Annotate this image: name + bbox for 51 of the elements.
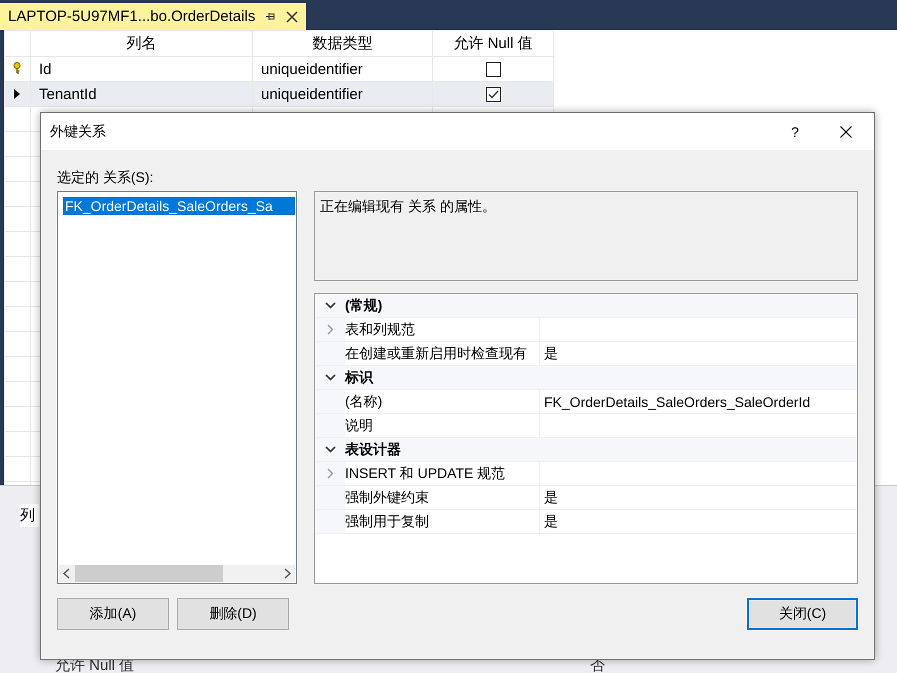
column-header[interactable]: 数据类型 xyxy=(252,30,432,56)
property-name[interactable]: 强制外键约束 xyxy=(345,488,429,506)
property-row[interactable]: 表和列规范 xyxy=(315,318,857,342)
property-value[interactable]: FK_OrderDetails_SaleOrders_SaleOrderId xyxy=(544,394,810,410)
property-row[interactable]: 强制用于复制 是 xyxy=(315,510,857,534)
category-row[interactable]: 标识 xyxy=(315,366,857,390)
category-label: 标识 xyxy=(345,368,373,386)
relationship-list[interactable]: FK_OrderDetails_SaleOrders_Sa xyxy=(57,191,297,584)
property-name[interactable]: 强制用于复制 xyxy=(345,512,429,530)
property-value[interactable]: 是 xyxy=(544,488,558,506)
relationship-item[interactable]: FK_OrderDetails_SaleOrders_Sa xyxy=(63,197,295,215)
property-row[interactable]: INSERT 和 UPDATE 规范 xyxy=(315,462,857,486)
property-row[interactable]: 说明 xyxy=(315,414,857,438)
table-cell[interactable]: uniqueidentifier xyxy=(252,82,432,106)
table-cell[interactable]: TenantId xyxy=(30,82,252,106)
close-button[interactable]: 关闭(C) xyxy=(747,598,858,630)
document-tab[interactable]: LAPTOP-5U97MF1...bo.OrderDetails xyxy=(0,3,306,30)
expand-chevron-icon[interactable] xyxy=(326,324,334,335)
dialog-title: 外键关系 xyxy=(50,122,107,140)
category-row[interactable]: 表设计器 xyxy=(315,438,857,462)
add-button[interactable]: 添加(A) xyxy=(57,598,169,630)
category-label: 表设计器 xyxy=(345,440,401,458)
property-name[interactable]: 表和列规范 xyxy=(345,320,415,338)
expand-chevron-icon[interactable] xyxy=(326,468,334,479)
checkbox[interactable] xyxy=(486,62,500,78)
property-value[interactable]: 是 xyxy=(544,344,558,362)
list-label: 选定的 关系(S): xyxy=(57,169,154,187)
category-row[interactable]: (常规) xyxy=(315,294,857,318)
collapse-chevron-icon[interactable] xyxy=(324,374,336,381)
collapse-chevron-icon[interactable] xyxy=(324,302,336,309)
property-row[interactable]: 强制外键约束 是 xyxy=(315,486,857,510)
help-button[interactable]: ? xyxy=(788,124,802,140)
property-name[interactable]: 说明 xyxy=(345,416,373,434)
checkbox[interactable] xyxy=(486,87,500,102)
property-name[interactable]: 在创建或重新启用时检查现有 xyxy=(345,344,527,362)
property-name[interactable]: (名称) xyxy=(345,392,382,410)
property-value[interactable]: 是 xyxy=(544,512,558,530)
column-header[interactable]: 允许 Null 值 xyxy=(432,30,554,56)
property-name[interactable]: INSERT 和 UPDATE 规范 xyxy=(345,464,506,482)
pane-tab[interactable]: 列 xyxy=(20,504,39,527)
close-icon[interactable] xyxy=(840,126,852,138)
property-row[interactable]: 在创建或重新启用时检查现有 是 xyxy=(315,342,857,366)
collapse-chevron-icon[interactable] xyxy=(324,446,336,453)
description-text: 正在编辑现有 关系 的属性。 xyxy=(320,198,496,214)
property-row[interactable]: (名称) FK_OrderDetails_SaleOrders_SaleOrderId xyxy=(315,390,857,414)
category-label: (常规) xyxy=(345,296,382,315)
pin-icon[interactable] xyxy=(265,11,276,22)
delete-button[interactable]: 删除(D) xyxy=(177,598,289,630)
close-icon[interactable] xyxy=(286,10,298,22)
horizontal-scrollbar[interactable] xyxy=(59,565,295,582)
column-header[interactable]: 列名 xyxy=(30,30,252,56)
